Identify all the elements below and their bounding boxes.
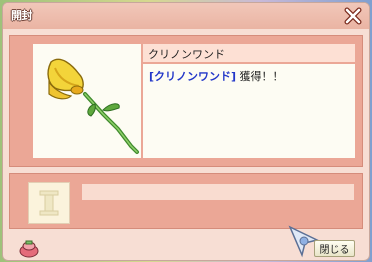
- close-dialog-button[interactable]: 閉じる: [314, 240, 355, 257]
- window-title: 開封: [11, 9, 33, 22]
- slot-letter-i-icon: [39, 190, 59, 216]
- item-tag: [クリノンワンド]: [149, 70, 237, 83]
- pouch-icon[interactable]: [18, 238, 40, 258]
- item-info-panel: クリノンワンド [クリノンワンド] 獲得！！: [9, 35, 363, 167]
- item-image-frame: [33, 44, 141, 158]
- title-bar[interactable]: 開封: [3, 3, 369, 29]
- unpack-window: 開封 クリノンワンド [クリノンワンド] 獲得！！ 閉じる: [2, 2, 370, 261]
- slot-panel: [9, 173, 363, 229]
- close-icon[interactable]: [343, 6, 363, 26]
- slot-text-bar: [82, 184, 354, 200]
- item-slot[interactable]: [28, 182, 70, 224]
- acquired-message: [クリノンワンド] 獲得！！: [149, 68, 284, 84]
- yellow-flower-wand-icon: [47, 58, 139, 154]
- acquired-text: 獲得！！: [236, 70, 284, 83]
- item-name: クリノンワンド: [148, 48, 225, 61]
